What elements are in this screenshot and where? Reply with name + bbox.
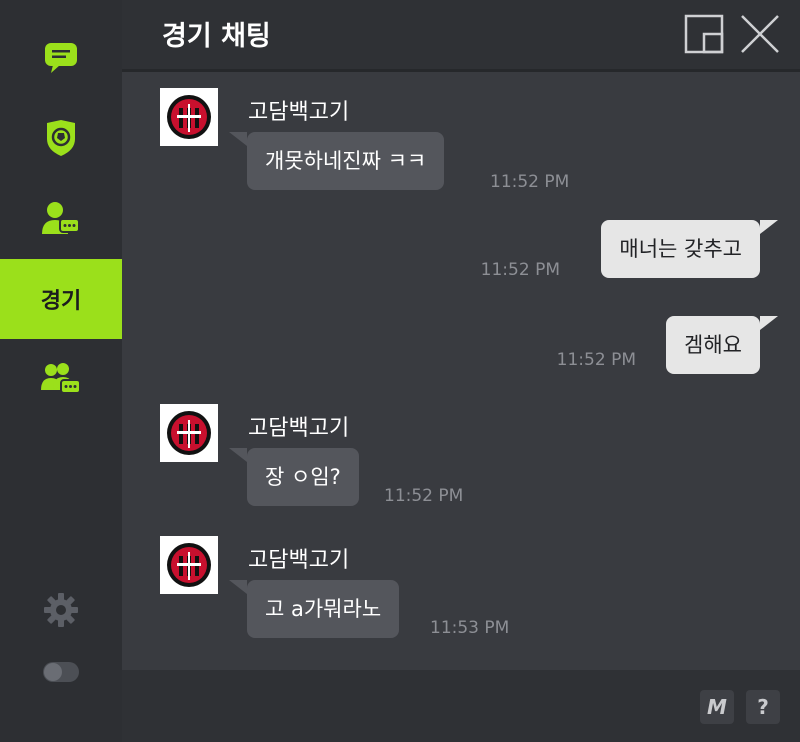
gear-icon bbox=[41, 590, 81, 630]
message-time: 11:52 PM bbox=[384, 486, 464, 506]
close-button[interactable] bbox=[738, 12, 782, 56]
toggle-icon bbox=[41, 652, 81, 692]
popout-icon bbox=[684, 14, 724, 54]
message-text: 겜해요 bbox=[684, 333, 742, 357]
message-text: 매너는 갖추고 bbox=[619, 237, 742, 261]
message-text: 개못하네진짜 ㅋㅋ bbox=[265, 149, 427, 173]
message-time: 11:52 PM bbox=[556, 350, 636, 370]
user-chat-icon bbox=[41, 198, 81, 238]
avatar[interactable] bbox=[160, 536, 218, 594]
sidebar-item-team[interactable] bbox=[0, 98, 122, 178]
macro-button[interactable]: M bbox=[700, 690, 734, 724]
avatar[interactable] bbox=[160, 404, 218, 462]
sidebar-item-chat[interactable] bbox=[0, 18, 122, 98]
club-crest-icon bbox=[167, 411, 211, 455]
page-title: 경기 채팅 bbox=[162, 21, 271, 52]
sender-name: 고담백고기 bbox=[248, 416, 350, 441]
popout-button[interactable] bbox=[682, 12, 726, 56]
message-bubble[interactable]: 개못하네진짜 ㅋㅋ bbox=[229, 132, 445, 190]
close-icon bbox=[741, 15, 779, 53]
message-time: 11:53 PM bbox=[430, 618, 510, 638]
chat-area[interactable]: 고담백고기 개못하네진짜 ㅋㅋ 11:52 PM 매너는 갖추고 11:52 P… bbox=[122, 72, 800, 670]
sidebar: 경기 bbox=[0, 0, 122, 742]
message-bubble[interactable]: 겜해요 bbox=[666, 316, 778, 374]
sidebar-item-friends[interactable] bbox=[0, 178, 122, 258]
display-toggle[interactable] bbox=[0, 632, 122, 712]
message-text: 고 a가뭐라노 bbox=[265, 597, 382, 621]
message-bubble[interactable]: 장 ㅇ임? bbox=[229, 448, 359, 506]
club-crest-icon bbox=[167, 543, 211, 587]
message-bubble[interactable]: 매너는 갖추고 bbox=[601, 220, 778, 278]
message-time: 11:52 PM bbox=[480, 260, 560, 280]
chat-icon bbox=[41, 38, 81, 78]
group-chat-icon bbox=[41, 358, 81, 398]
help-button[interactable]: ? bbox=[746, 690, 780, 724]
club-crest-icon bbox=[167, 95, 211, 139]
shield-ball-icon bbox=[41, 118, 81, 158]
avatar[interactable] bbox=[160, 88, 218, 146]
sender-name: 고담백고기 bbox=[248, 548, 350, 573]
sidebar-item-group[interactable] bbox=[0, 338, 122, 418]
chat-header: 경기 채팅 bbox=[122, 0, 800, 72]
sidebar-item-label: 경기 bbox=[40, 289, 82, 314]
sidebar-item-match[interactable]: 경기 bbox=[0, 259, 122, 339]
message-bubble[interactable]: 고 a가뭐라노 bbox=[229, 580, 400, 638]
message-time: 11:52 PM bbox=[490, 172, 570, 192]
sender-name: 고담백고기 bbox=[248, 100, 350, 125]
chat-footer: M ? bbox=[122, 670, 800, 742]
message-text: 장 ㅇ임? bbox=[265, 465, 341, 489]
